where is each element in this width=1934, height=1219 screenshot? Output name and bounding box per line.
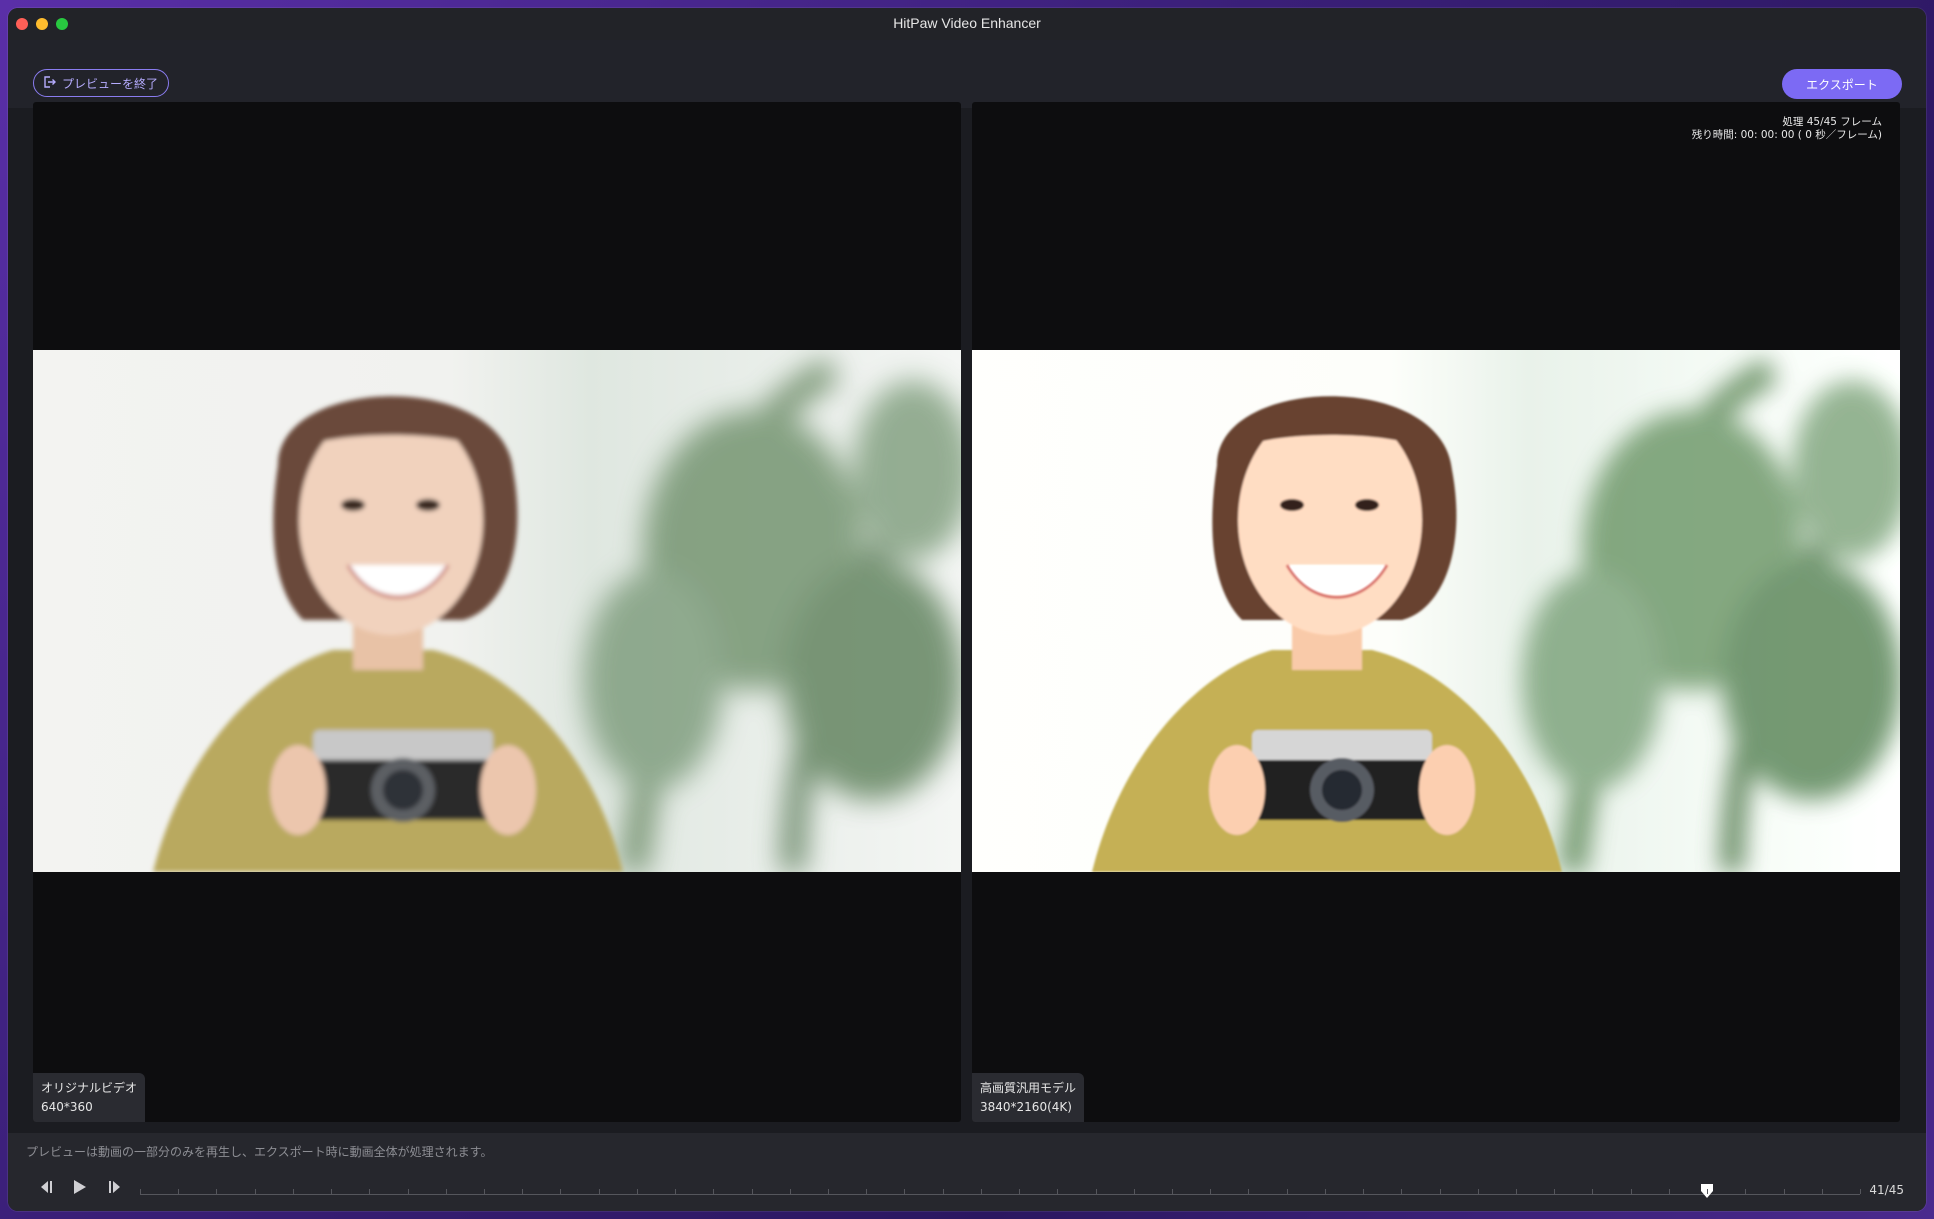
timeline-tick: [713, 1189, 715, 1194]
timeline-tick: [1019, 1189, 1021, 1194]
enhanced-video-tag: 高画質汎用モデル 3840*2160(4K): [972, 1073, 1085, 1122]
timeline-tick: [1477, 1189, 1479, 1194]
timeline-tick: [254, 1189, 256, 1194]
timeline-tick: [140, 1189, 141, 1194]
timeline-tick: [292, 1189, 294, 1194]
enhanced-model-label: 高画質汎用モデル: [980, 1081, 1077, 1095]
frame-counter: 41/45: [1869, 1183, 1904, 1197]
timeline-tick: [522, 1189, 524, 1194]
enhanced-video-resolution: 3840*2160(4K): [980, 1100, 1072, 1114]
title-bar: HitPaw Video Enhancer: [8, 8, 1926, 41]
timeline-track: [140, 1194, 1860, 1195]
timeline-tick: [1439, 1189, 1441, 1194]
timeline-tick: [1783, 1189, 1785, 1194]
previous-frame-icon: [41, 1181, 52, 1193]
timeline-tick: [598, 1189, 600, 1194]
enhanced-video-panel: 処理 45/45 フレーム 残り時間: 00: 00: 00 ( 0 秒／フレー…: [972, 102, 1900, 1122]
next-frame-button[interactable]: [104, 1175, 128, 1199]
timeline-tick: [1630, 1189, 1632, 1194]
original-video-label: オリジナルビデオ: [41, 1081, 138, 1095]
timeline-tick: [216, 1189, 218, 1194]
timeline-tick: [1516, 1189, 1517, 1194]
timeline-tick: [1668, 1189, 1670, 1194]
playback-bar: プレビューは動画の一部分のみを再生し、エクスポート時に動画全体が処理されます。 …: [8, 1133, 1926, 1211]
original-video-panel: オリジナルビデオ 640*360: [33, 102, 961, 1122]
timeline-tick: [1592, 1189, 1594, 1194]
timeline-tick: [1248, 1189, 1250, 1194]
original-video-resolution: 640*360: [41, 1100, 93, 1114]
timeline-tick: [445, 1189, 447, 1194]
processed-frames-text: 処理 45/45 フレーム: [1782, 116, 1882, 128]
timeline-tick: [942, 1189, 944, 1194]
timeline-tick: [407, 1189, 409, 1194]
timeline-tick: [1860, 1189, 1861, 1194]
timeline-tick: [331, 1189, 333, 1194]
enhanced-video-image: [1092, 357, 1900, 872]
timeline-tick: [1057, 1189, 1059, 1194]
previous-frame-button[interactable]: [33, 1175, 57, 1199]
processing-stats: 処理 45/45 フレーム 残り時間: 00: 00: 00 ( 0 秒／フレー…: [1692, 116, 1882, 142]
app-window: HitPaw Video Enhancer プレビューを終了 エクスポート オリ…: [8, 8, 1926, 1211]
export-button[interactable]: エクスポート: [1782, 69, 1902, 99]
timeline-tick: [789, 1189, 791, 1194]
original-video-frame: [33, 350, 961, 872]
original-video-image: [153, 357, 961, 872]
timeline-tick: [904, 1189, 906, 1194]
preview-note: プレビューは動画の一部分のみを再生し、エクスポート時に動画全体が処理されます。: [26, 1145, 493, 1159]
timeline-tick: [1821, 1189, 1823, 1194]
timeline-tick: [178, 1189, 180, 1194]
timeline-tick: [1133, 1189, 1135, 1194]
frame-timeline[interactable]: [140, 1184, 1861, 1202]
timeline-tick: [1210, 1189, 1212, 1194]
timeline-tick: [1554, 1189, 1556, 1194]
timeline-tick: [369, 1189, 371, 1194]
timeline-tick: [866, 1189, 868, 1194]
timeline-tick: [1401, 1189, 1403, 1194]
timeline-tick: [560, 1189, 562, 1194]
window-title: HitPaw Video Enhancer: [893, 15, 1041, 31]
timeline-tick: [1745, 1189, 1747, 1194]
original-video-tag: オリジナルビデオ 640*360: [33, 1073, 146, 1122]
timeline-tick: [1286, 1189, 1288, 1194]
play-icon: [74, 1180, 86, 1194]
timeline-tick: [636, 1189, 638, 1194]
timeline-tick: [751, 1189, 753, 1194]
timeline-tick: [484, 1189, 485, 1194]
timeline-tick: [1363, 1189, 1365, 1194]
next-frame-icon: [109, 1181, 120, 1193]
play-button[interactable]: [68, 1175, 92, 1199]
toolbar: プレビューを終了 エクスポート: [8, 40, 1926, 108]
timeline-tick: [1172, 1189, 1173, 1194]
timeline-tick: [980, 1189, 982, 1194]
exit-preview-label: プレビューを終了: [62, 76, 159, 91]
exit-preview-button[interactable]: プレビューを終了: [33, 69, 170, 97]
timeline-tick: [675, 1189, 677, 1194]
remaining-time-text: 残り時間: 00: 00: 00 ( 0 秒／フレーム): [1691, 129, 1882, 141]
timeline-tick: [1707, 1189, 1709, 1194]
enhanced-video-frame: [972, 350, 1900, 872]
exit-icon: [42, 75, 56, 92]
timeline-tick: [828, 1189, 829, 1194]
timeline-tick: [1095, 1189, 1097, 1194]
timeline-tick: [1324, 1189, 1326, 1194]
